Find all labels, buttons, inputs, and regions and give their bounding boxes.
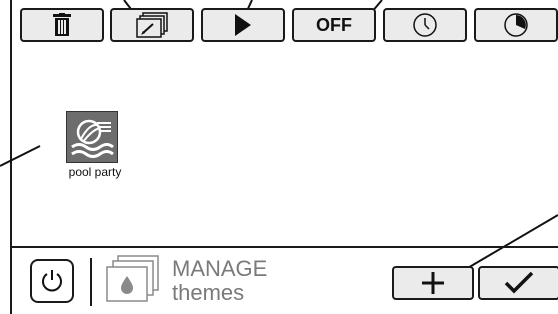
off-label: OFF: [316, 14, 352, 35]
plus-icon: [422, 272, 444, 294]
theme-tile-pool-party[interactable]: [66, 111, 118, 163]
edit-button[interactable]: [110, 8, 194, 42]
check-icon: [504, 271, 534, 294]
power-icon: [42, 270, 62, 292]
off-button[interactable]: OFF: [292, 8, 376, 42]
play-button[interactable]: [201, 8, 285, 42]
theme-label: pool party: [68, 165, 122, 179]
delete-button[interactable]: [20, 8, 104, 42]
trash-icon: [53, 13, 71, 36]
manage-title: MANAGE: [172, 256, 268, 281]
schedule-button[interactable]: [383, 8, 467, 42]
clock-icon: [413, 13, 437, 37]
timer-button[interactable]: [474, 8, 558, 42]
confirm-button[interactable]: [478, 266, 558, 300]
manage-subtitle: themes: [172, 280, 245, 305]
footer-divider: [90, 258, 92, 306]
pool-party-icon: [71, 119, 114, 158]
edit-icon: [136, 12, 168, 38]
play-icon: [235, 14, 251, 36]
manage-themes-icon: [106, 255, 159, 302]
power-button[interactable]: [30, 259, 74, 303]
add-theme-button[interactable]: [392, 266, 474, 300]
timer-icon: [504, 13, 528, 37]
content-divider: [10, 246, 558, 248]
